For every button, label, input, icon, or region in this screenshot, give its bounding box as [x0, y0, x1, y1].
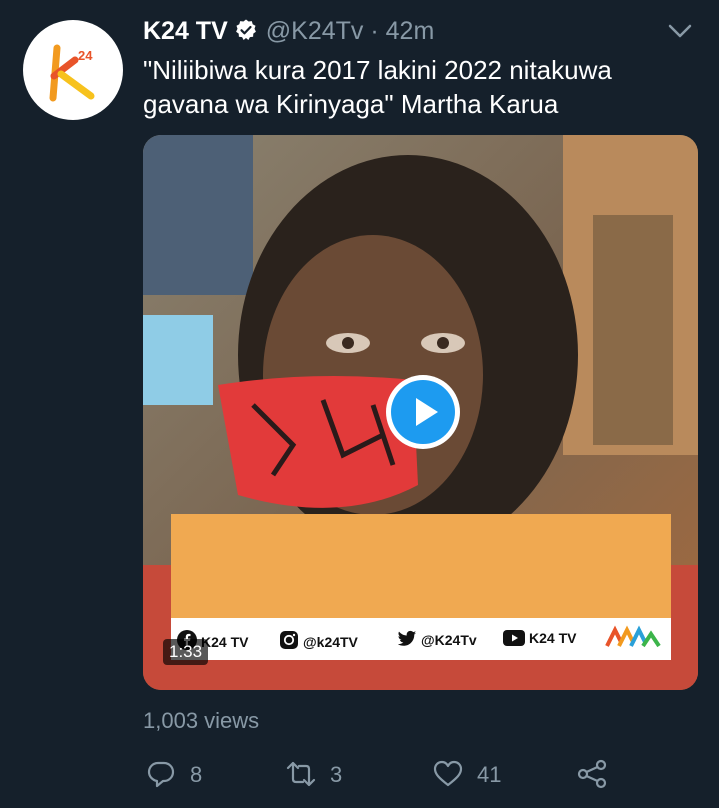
- retweet-count: 3: [330, 762, 343, 787]
- k24-logo-icon: 24: [49, 44, 95, 102]
- reply-icon: [147, 761, 175, 788]
- twitter-overlay: @K24Tv: [397, 630, 477, 651]
- twitter-handle: @K24Tv: [421, 632, 477, 648]
- heart-icon: [433, 760, 463, 787]
- video-duration: 1:33: [163, 639, 209, 665]
- share-button[interactable]: [576, 759, 608, 789]
- like-button[interactable]: 41: [433, 759, 501, 789]
- youtube-handle: K24 TV: [529, 630, 577, 646]
- tweet-actions: 8 3 41: [0, 755, 719, 795]
- play-icon: [391, 380, 455, 444]
- instagram-handle: @k24TV: [303, 634, 358, 650]
- account-name[interactable]: K24 TV: [143, 17, 228, 45]
- chevron-down-icon[interactable]: [667, 22, 693, 45]
- mediamax-logo: [601, 620, 667, 658]
- svg-text:24: 24: [78, 48, 93, 63]
- like-count: 41: [477, 762, 502, 787]
- verified-badge-icon: [234, 17, 258, 51]
- youtube-icon: [503, 630, 525, 649]
- video-overlay-banner: [171, 514, 671, 618]
- avatar[interactable]: 24: [23, 20, 123, 120]
- reply-button[interactable]: 8: [146, 759, 202, 789]
- twitter-bird-icon: [397, 630, 417, 651]
- reply-count: 8: [190, 762, 203, 787]
- tweet-text: "Niliibiwa kura 2017 lakini 2022 nitakuw…: [143, 55, 612, 119]
- view-count: 1,003 views: [143, 708, 260, 733]
- account-handle[interactable]: @K24Tv: [266, 17, 364, 45]
- tweet-header: K24 TV @K24Tv · 42m: [143, 14, 679, 51]
- instagram-icon: [279, 630, 299, 653]
- instagram-overlay: @k24TV: [279, 630, 358, 653]
- retweet-icon: [286, 761, 316, 787]
- retweet-button[interactable]: 3: [286, 759, 342, 789]
- share-icon: [577, 759, 607, 789]
- tweet-time[interactable]: 42m: [386, 17, 435, 45]
- separator-dot: ·: [370, 17, 379, 45]
- facebook-handle: K24 TV: [201, 634, 249, 650]
- video-social-bar: K24 TV @k24TV @K24Tv K24 TV: [171, 618, 671, 660]
- play-button[interactable]: [386, 375, 460, 449]
- youtube-overlay: K24 TV: [503, 630, 576, 649]
